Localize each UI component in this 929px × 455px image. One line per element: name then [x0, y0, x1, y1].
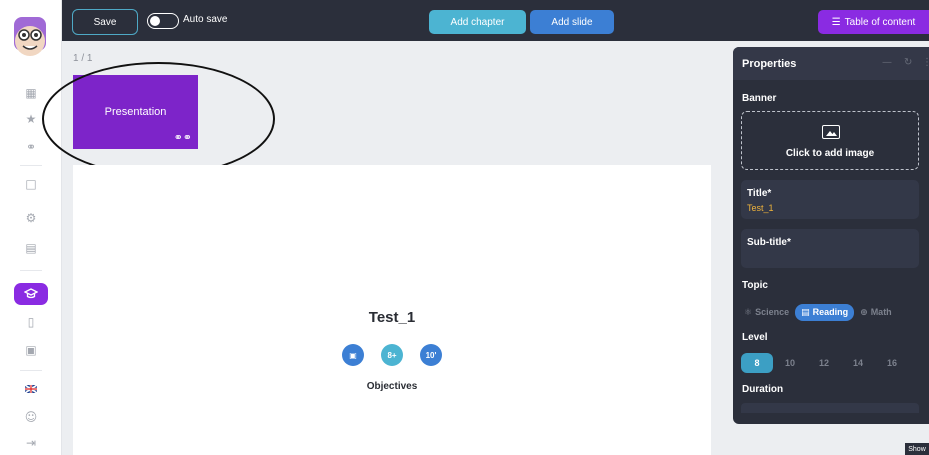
newspaper-icon[interactable]: ▤ — [19, 238, 43, 258]
graduation-cap-icon[interactable] — [14, 283, 48, 305]
sidebar-divider — [20, 165, 42, 166]
topic-reading-label: Reading — [812, 307, 849, 317]
more-icon[interactable]: ⋮ — [922, 57, 929, 68]
table-of-content-label: Table of content — [844, 16, 916, 28]
subtitle-field[interactable]: Sub-title* — [741, 229, 919, 268]
level-12[interactable]: 12 — [807, 353, 841, 373]
calculator-icon: ⊕ — [860, 306, 868, 317]
topic-math[interactable]: ⊕ Math — [857, 305, 895, 320]
settings-icon[interactable]: ⚙ — [19, 208, 43, 228]
banner-upload[interactable]: Click to add image — [741, 111, 919, 170]
topic-label: Topic — [742, 280, 768, 291]
title-field-label: Title* — [747, 188, 772, 199]
minimize-icon[interactable]: — — [882, 57, 892, 68]
top-toolbar: Save Auto save Add chapter Add slide ☰ T… — [62, 0, 929, 41]
slide-preview[interactable]: Test_1 ▣ 8+ 10' Objectives — [73, 165, 711, 455]
level-label: Level — [742, 332, 768, 343]
tablet-icon[interactable]: ▯ — [19, 312, 43, 332]
slide-thumbnail[interactable]: Presentation ⚭⚭ — [73, 75, 198, 149]
properties-title: Properties — [742, 58, 797, 70]
topic-reading[interactable]: ▤ Reading — [795, 303, 855, 321]
thumbnail-label: Presentation — [104, 106, 167, 118]
duration-label: Duration — [742, 384, 784, 395]
topic-math-label: Math — [870, 307, 892, 317]
topic-badge: ▣ — [342, 344, 364, 366]
save-button[interactable]: Save — [72, 9, 138, 35]
level-selector: 8 10 12 14 16 — [741, 352, 919, 374]
topic-science[interactable]: ⚛ Science — [741, 305, 792, 320]
level-14[interactable]: 14 — [841, 353, 875, 373]
robot-icon[interactable]: ▣ — [19, 340, 43, 360]
table-of-content-button[interactable]: ☰ Table of content — [818, 10, 929, 34]
toggle-knob — [150, 16, 160, 26]
user-settings-icon[interactable]: ☺ — [19, 407, 43, 427]
slide-badges: ▣ 8+ 10' — [73, 344, 711, 366]
logout-icon[interactable]: ⇥ — [19, 433, 43, 453]
page-counter: 1 / 1 — [73, 53, 93, 64]
document-icon[interactable]: □ — [19, 174, 43, 194]
atom-icon: ⚛ — [744, 306, 753, 317]
image-icon — [822, 125, 840, 139]
title-field[interactable]: Title* Test_1 — [741, 180, 919, 219]
level-16[interactable]: 16 — [875, 353, 909, 373]
book-icon: ▤ — [801, 306, 810, 317]
left-sidebar: ▦ ★ ⚭ □ ⚙ ▤ ▯ ▣ ☺ ⇥ — [0, 0, 62, 455]
title-field-value[interactable]: Test_1 — [747, 203, 774, 213]
binoculars-icon[interactable]: ⚭ — [19, 137, 43, 157]
show-button[interactable]: Show — [905, 443, 929, 455]
properties-header: Properties — ↻ ⋮ — [733, 47, 929, 80]
flag-icon[interactable] — [19, 379, 43, 399]
autosave-label: Auto save — [183, 14, 228, 25]
sidebar-divider — [20, 370, 42, 371]
topic-selector: ⚛ Science ▤ Reading ⊕ Math — [741, 302, 919, 322]
level-8[interactable]: 8 — [741, 353, 773, 373]
banner-label: Banner — [742, 93, 777, 104]
logo-avatar-icon[interactable] — [10, 15, 50, 59]
duration-badge: 10' — [420, 344, 442, 366]
binoculars-icon[interactable]: ⚭⚭ — [174, 131, 192, 144]
add-chapter-button[interactable]: Add chapter — [429, 10, 526, 34]
list-icon: ☰ — [831, 16, 841, 28]
level-badge: 8+ — [381, 344, 403, 366]
level-10[interactable]: 10 — [773, 353, 807, 373]
slide-title: Test_1 — [368, 309, 416, 326]
subtitle-field-label: Sub-title* — [747, 237, 791, 248]
banner-cta: Click to add image — [785, 148, 875, 159]
star-icon[interactable]: ★ — [19, 109, 43, 129]
refresh-icon[interactable]: ↻ — [904, 57, 912, 68]
grid-icon[interactable]: ▦ — [19, 83, 43, 103]
objectives-label: Objectives — [366, 381, 418, 392]
duration-selector[interactable] — [741, 403, 919, 413]
sidebar-divider — [20, 270, 42, 271]
add-slide-button[interactable]: Add slide — [530, 10, 614, 34]
topic-science-label: Science — [755, 307, 790, 317]
autosave-toggle[interactable] — [147, 13, 179, 29]
properties-panel: Properties — ↻ ⋮ Banner Click to add ima… — [733, 47, 929, 424]
